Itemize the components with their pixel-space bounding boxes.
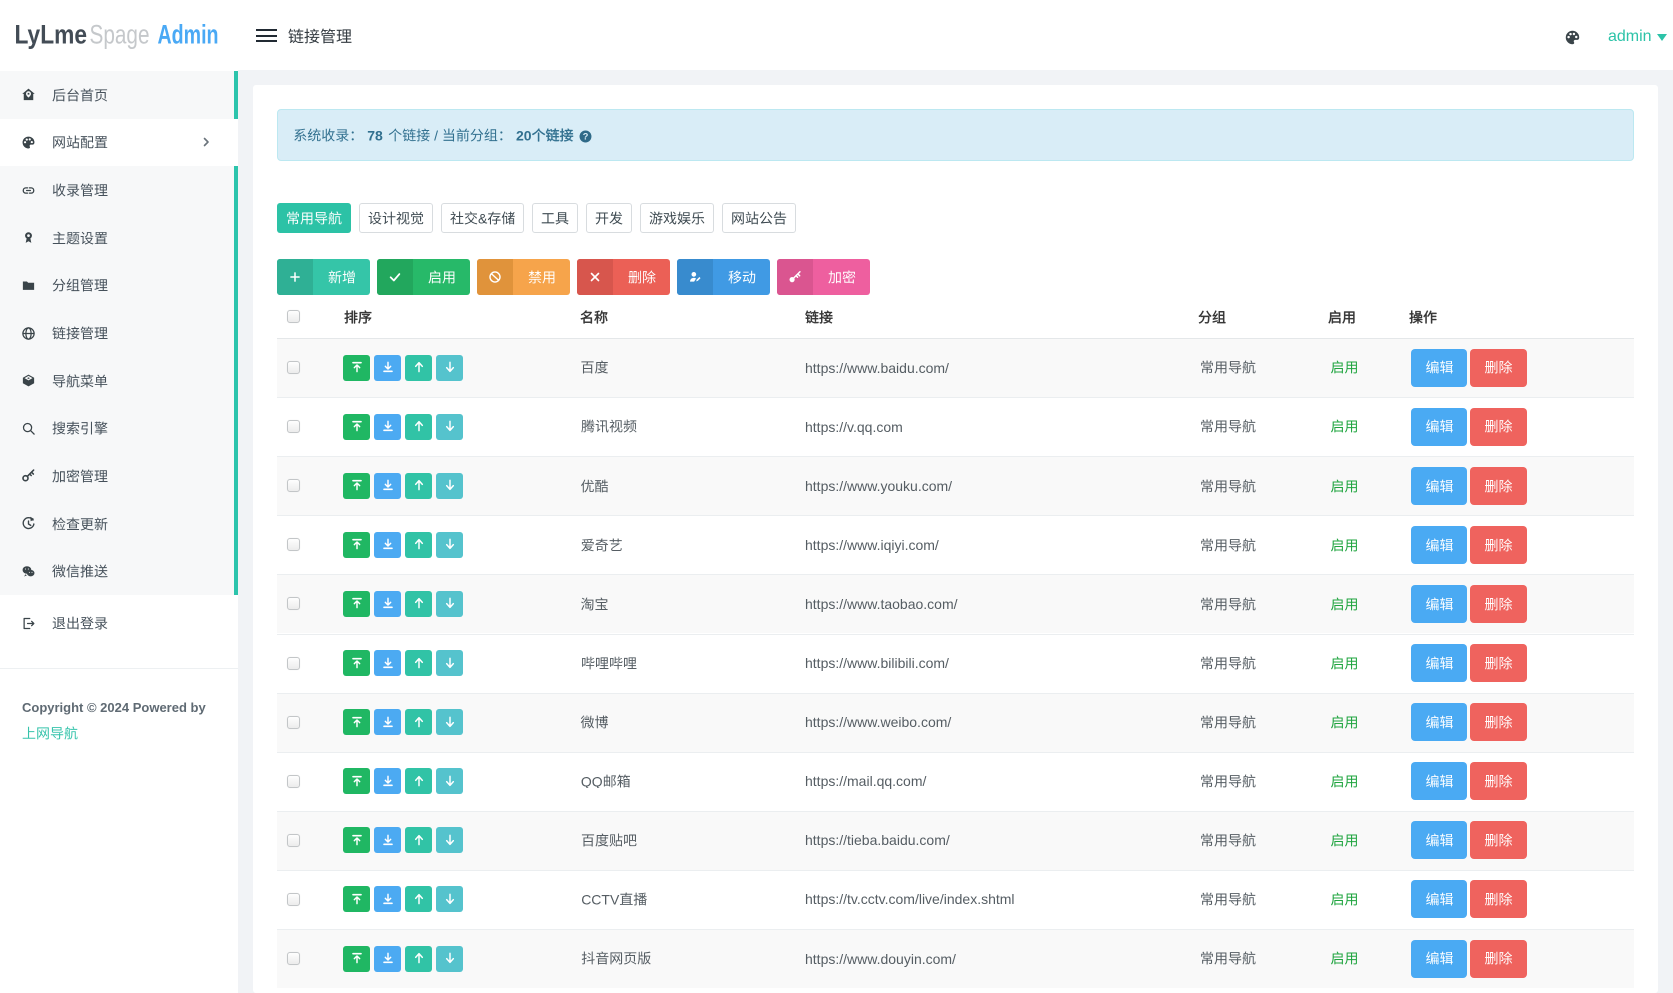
svg-text:?: ? <box>582 131 588 141</box>
svg-text:&: & <box>478 211 488 225</box>
svg-text:/: / <box>430 128 442 142</box>
svg-text:78: 78 <box>367 128 383 142</box>
svg-text:LyLme: LyLme <box>15 20 88 50</box>
svg-text:Spage: Spage <box>90 20 150 50</box>
svg-text:QQ: QQ <box>581 774 603 788</box>
svg-text:Admin: Admin <box>158 20 219 50</box>
svg-text:20: 20 <box>516 128 532 142</box>
svg-text:CCTV: CCTV <box>581 892 620 906</box>
